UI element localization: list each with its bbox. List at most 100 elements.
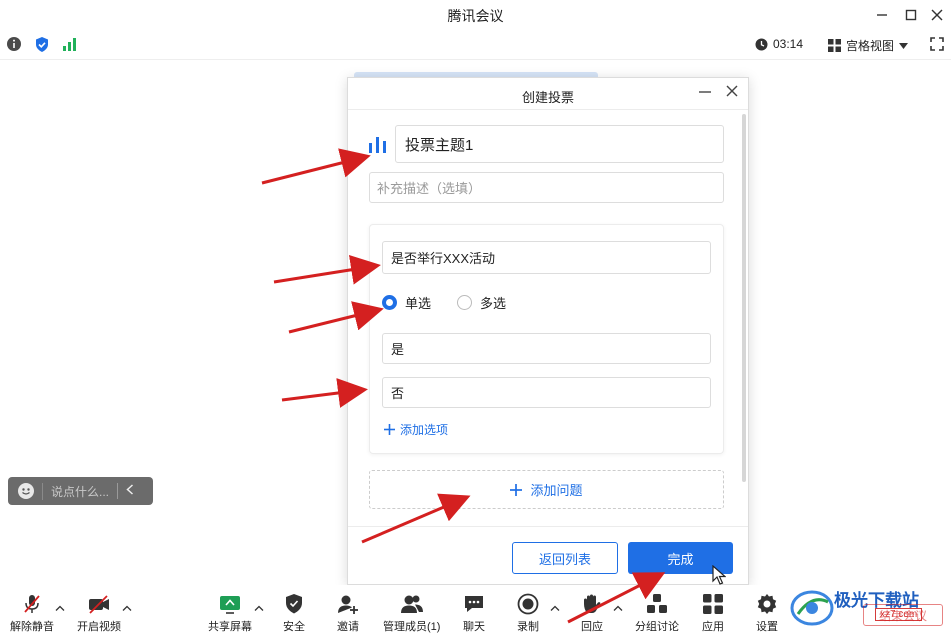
- share-options-caret[interactable]: [254, 603, 264, 614]
- add-option-label: 添加选项: [400, 423, 449, 437]
- toolbar-label-breakout: 分组讨论: [635, 621, 679, 633]
- fullscreen-icon: [930, 37, 944, 51]
- toolbar-label-settings: 设置: [756, 621, 778, 633]
- meeting-info-button[interactable]: [6, 36, 22, 57]
- timer-text: 03:14: [773, 37, 804, 51]
- minimize-icon: [877, 14, 887, 16]
- apps-grid-icon: [703, 593, 723, 615]
- chat-icon: [463, 593, 485, 615]
- breakout-rooms-button[interactable]: 分组讨论: [635, 593, 679, 634]
- collapse-chat-button[interactable]: [126, 484, 134, 498]
- record-button[interactable]: 录制: [517, 593, 539, 634]
- mouse-cursor-icon: [712, 565, 726, 585]
- option-input-2[interactable]: 否: [382, 377, 711, 408]
- add-option-button[interactable]: 添加选项: [384, 421, 448, 438]
- chevron-up-icon: [55, 605, 65, 611]
- security-status[interactable]: [34, 36, 50, 58]
- unmute-button[interactable]: 解除静音: [10, 593, 54, 634]
- plus-icon: [510, 483, 523, 496]
- chevron-up-icon: [254, 605, 264, 611]
- maximize-button[interactable]: [900, 4, 922, 26]
- single-choice-label: 单选: [405, 296, 432, 311]
- toolbar-label-chat: 聊天: [463, 621, 485, 633]
- view-mode-label: 宫格视图: [846, 39, 895, 53]
- poll-topic-input[interactable]: 投票主题1: [395, 125, 724, 163]
- toolbar-label-reaction: 回应: [581, 621, 603, 633]
- toolbar-label-invite: 邀请: [337, 621, 359, 633]
- chevron-up-icon: [122, 605, 132, 611]
- reaction-options-caret[interactable]: [613, 603, 623, 614]
- shield-icon: [284, 593, 304, 615]
- apps-button[interactable]: 应用: [702, 593, 724, 634]
- meeting-timer: 03:14: [755, 37, 803, 51]
- multi-choice-label: 多选: [480, 296, 507, 311]
- plus-icon: [384, 424, 395, 435]
- question-title-input[interactable]: 是否举行XXX活动: [382, 241, 711, 274]
- radio-checked-icon: [382, 295, 397, 310]
- chevron-left-icon: [126, 484, 134, 495]
- chat-quick-input[interactable]: 说点什么...: [8, 477, 153, 505]
- camera-off-icon: [87, 593, 111, 615]
- single-choice-radio[interactable]: 单选: [382, 293, 431, 312]
- chevron-up-icon: [613, 605, 623, 611]
- members-icon: [400, 593, 424, 615]
- title-bar: 腾讯会议: [0, 0, 951, 30]
- toolbar-label-record: 录制: [517, 621, 539, 633]
- hand-raise-icon: [581, 593, 603, 615]
- choice-mode-group: 单选 多选: [382, 293, 506, 312]
- chat-placeholder: 说点什么...: [42, 482, 109, 500]
- minimize-button[interactable]: [871, 4, 893, 26]
- grid-icon: [828, 39, 841, 52]
- toolbar-label-apps: 应用: [702, 621, 724, 633]
- reaction-button[interactable]: 回应: [581, 593, 603, 634]
- poll-chart-icon: [369, 135, 387, 158]
- add-user-icon: [337, 593, 359, 615]
- question-card: 是否举行XXX活动 单选 多选 是 否 添加选项: [369, 224, 724, 454]
- record-icon: [517, 593, 539, 615]
- signal-icon: [63, 38, 76, 51]
- add-question-button[interactable]: 添加问题: [369, 470, 724, 509]
- end-meeting-label: 结束会议: [878, 608, 927, 623]
- settings-button[interactable]: 设置: [756, 593, 778, 634]
- create-poll-dialog: 创建投票 投票主题1 补充描述（选填） 是否举行XXX活动 单选 多选 是 否 …: [347, 77, 749, 585]
- audio-options-caret[interactable]: [55, 603, 65, 614]
- close-icon: [726, 85, 738, 97]
- option-input-1[interactable]: 是: [382, 333, 711, 364]
- shield-check-icon: [36, 37, 48, 52]
- poll-description-input[interactable]: 补充描述（选填）: [369, 172, 724, 203]
- breakout-icon: [646, 593, 668, 615]
- toolbar-label-unmute: 解除静音: [10, 621, 54, 633]
- record-options-caret[interactable]: [550, 603, 560, 614]
- window-title: 腾讯会议: [447, 8, 504, 24]
- invite-button[interactable]: 邀请: [337, 593, 359, 634]
- mic-muted-icon: [22, 593, 42, 615]
- info-icon: [7, 37, 21, 51]
- network-status[interactable]: [62, 36, 78, 57]
- multi-choice-radio[interactable]: 多选: [457, 293, 506, 312]
- toolbar-label-members: 管理成员(1): [383, 621, 441, 633]
- chat-divider: [117, 483, 119, 499]
- dialog-minimize-button[interactable]: [699, 84, 711, 101]
- share-screen-button[interactable]: 共享屏幕: [208, 593, 252, 634]
- close-window-button[interactable]: [926, 4, 948, 26]
- emoji-icon[interactable]: [18, 483, 34, 499]
- dialog-close-button[interactable]: [726, 83, 738, 101]
- manage-members-button[interactable]: 管理成员(1): [383, 593, 440, 634]
- fullscreen-button[interactable]: [930, 37, 944, 56]
- close-icon: [931, 9, 943, 21]
- chat-button[interactable]: 聊天: [463, 593, 485, 634]
- start-video-button[interactable]: 开启视频: [77, 593, 121, 634]
- share-screen-icon: [219, 593, 241, 615]
- gear-icon: [756, 593, 778, 615]
- view-mode-selector[interactable]: 宫格视图: [828, 37, 909, 54]
- security-button[interactable]: 安全: [283, 593, 305, 634]
- end-meeting-button[interactable]: 结束会议: [863, 604, 943, 626]
- chevron-up-icon: [550, 605, 560, 611]
- dialog-header: 创建投票: [348, 78, 748, 110]
- dialog-scrollbar[interactable]: [742, 114, 746, 482]
- minimize-icon: [699, 91, 711, 93]
- maximize-icon: [905, 9, 917, 21]
- video-options-caret[interactable]: [122, 603, 132, 614]
- info-bar: 03:14 宫格视图: [0, 30, 951, 60]
- back-to-list-button[interactable]: 返回列表: [512, 542, 618, 574]
